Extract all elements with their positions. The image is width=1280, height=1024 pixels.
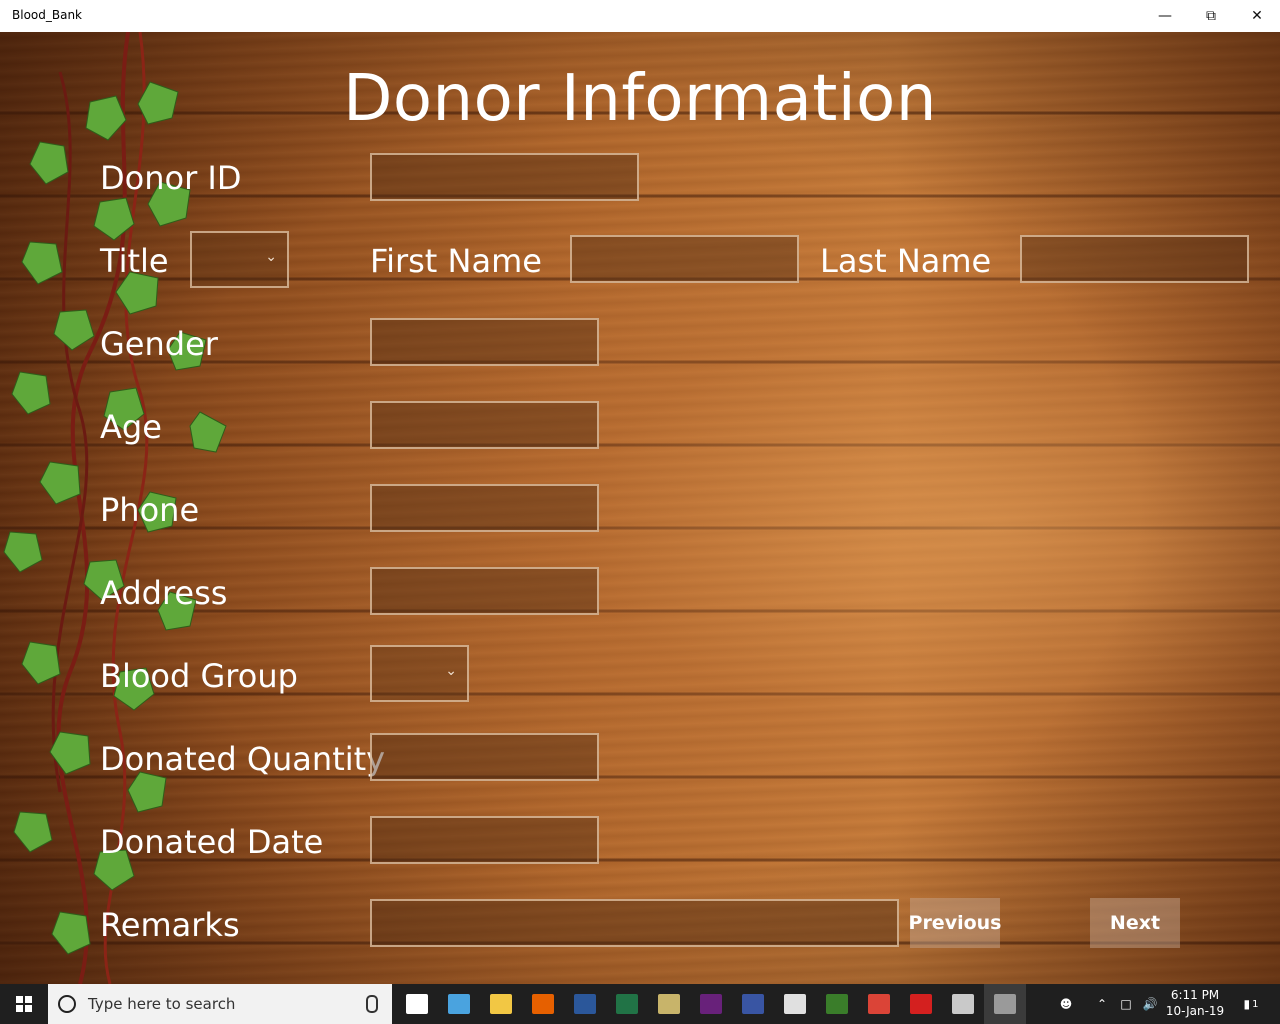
task-view-icon-glyph: [406, 994, 428, 1014]
last-name-field[interactable]: [1020, 235, 1249, 283]
close-button[interactable]: ✕: [1234, 0, 1280, 32]
volume-icon[interactable]: 🔊: [1140, 984, 1160, 1024]
visual-studio-icon-glyph: [700, 994, 722, 1014]
last-name-input[interactable]: [1022, 237, 1247, 281]
gender-input[interactable]: [372, 320, 597, 364]
system-clock[interactable]: 6:11 PM 10-Jan-19: [1160, 987, 1230, 1019]
gender-field[interactable]: [370, 318, 599, 366]
blood-group-label: Blood Group: [100, 657, 298, 695]
acrobat-icon-glyph: [910, 994, 932, 1014]
notification-icon: ▮: [1243, 997, 1251, 1011]
file-explorer-icon[interactable]: [480, 984, 522, 1024]
paint-3d-icon-glyph: [952, 994, 974, 1014]
age-input[interactable]: [372, 403, 597, 447]
donated-date-field[interactable]: [370, 816, 599, 864]
remarks-label: Remarks: [100, 906, 240, 944]
taskbar: Type here to search ☻ ⌃ □ 🔊 6:11 PM 10-J…: [0, 984, 1280, 1024]
excel-icon-glyph: [616, 994, 638, 1014]
donor-id-input[interactable]: [372, 155, 637, 199]
phone-field[interactable]: [370, 484, 599, 532]
sql-tool-icon-glyph: [658, 994, 680, 1014]
taskbar-search[interactable]: Type here to search: [48, 984, 392, 1024]
address-label: Address: [100, 574, 228, 612]
last-name-label: Last Name: [820, 242, 992, 280]
donated-quantity-field[interactable]: [370, 733, 599, 781]
network-icon[interactable]: □: [1116, 984, 1136, 1024]
donated-date-label: Donated Date: [100, 823, 324, 861]
sql-tool-icon[interactable]: [648, 984, 690, 1024]
paint-icon[interactable]: [774, 984, 816, 1024]
file-explorer-icon-glyph: [490, 994, 512, 1014]
paint-3d-icon[interactable]: [942, 984, 984, 1024]
show-hidden-icons-chevron-icon[interactable]: ⌃: [1092, 984, 1112, 1024]
title-dropdown[interactable]: ⌄: [190, 231, 289, 288]
task-view-icon[interactable]: [396, 984, 438, 1024]
title-label: Title: [100, 242, 169, 280]
restore-button[interactable]: ⧉: [1188, 0, 1234, 32]
action-center-button[interactable]: ▮ 1: [1236, 984, 1266, 1024]
windows-logo-icon: [16, 996, 32, 1012]
blood-bank-app-icon-glyph: [994, 994, 1016, 1014]
notification-count: 1: [1252, 998, 1259, 1010]
address-input[interactable]: [372, 569, 597, 613]
cortana-icon: [58, 995, 76, 1013]
chrome-icon[interactable]: [858, 984, 900, 1024]
microphone-icon[interactable]: [366, 995, 378, 1013]
clock-time: 6:11 PM: [1170, 988, 1220, 1002]
minimize-button[interactable]: —: [1142, 0, 1188, 32]
phone-input[interactable]: [372, 486, 597, 530]
blood-bank-app-icon[interactable]: [984, 984, 1026, 1024]
visio-icon-glyph: [742, 994, 764, 1014]
phone-label: Phone: [100, 491, 200, 529]
blood-group-dropdown[interactable]: ⌄: [370, 645, 469, 702]
word-icon[interactable]: [564, 984, 606, 1024]
visio-icon[interactable]: [732, 984, 774, 1024]
donor-id-field[interactable]: [370, 153, 639, 201]
donor-id-label: Donor ID: [100, 159, 242, 197]
chevron-down-icon: ⌄: [265, 249, 277, 265]
search-placeholder: Type here to search: [88, 995, 236, 1013]
visual-studio-icon[interactable]: [690, 984, 732, 1024]
next-button[interactable]: Next: [1090, 898, 1180, 948]
age-field[interactable]: [370, 401, 599, 449]
title-bar: Blood_Bank — ⧉ ✕: [0, 0, 1280, 32]
word-icon-glyph: [574, 994, 596, 1014]
remote-desktop-icon[interactable]: [438, 984, 480, 1024]
donor-form-page: Donor Information Donor ID Title ⌄ First…: [0, 32, 1280, 984]
donated-quantity-label: Donated Quantity: [100, 740, 386, 778]
eye-app-icon-glyph: [826, 994, 848, 1014]
eye-app-icon[interactable]: [816, 984, 858, 1024]
chevron-down-icon: ⌄: [445, 663, 457, 679]
window-title: Blood_Bank: [12, 8, 83, 22]
first-name-field[interactable]: [570, 235, 799, 283]
firefox-icon-glyph: [532, 994, 554, 1014]
start-button[interactable]: [0, 984, 48, 1024]
first-name-input[interactable]: [572, 237, 797, 281]
donated-date-input[interactable]: [372, 818, 597, 862]
excel-icon[interactable]: [606, 984, 648, 1024]
gender-label: Gender: [100, 325, 218, 363]
page-title: Donor Information: [343, 62, 937, 136]
address-field[interactable]: [370, 567, 599, 615]
paint-icon-glyph: [784, 994, 806, 1014]
first-name-label: First Name: [370, 242, 542, 280]
age-label: Age: [100, 408, 162, 446]
people-icon[interactable]: ☻: [1054, 984, 1078, 1024]
previous-button[interactable]: Previous: [909, 898, 1001, 948]
clock-date: 10-Jan-19: [1165, 1004, 1225, 1018]
chrome-icon-glyph: [868, 994, 890, 1014]
firefox-icon[interactable]: [522, 984, 564, 1024]
remarks-field[interactable]: [370, 899, 899, 947]
donated-quantity-input[interactable]: [372, 735, 597, 779]
remote-desktop-icon-glyph: [448, 994, 470, 1014]
remarks-input[interactable]: [372, 901, 897, 945]
acrobat-icon[interactable]: [900, 984, 942, 1024]
